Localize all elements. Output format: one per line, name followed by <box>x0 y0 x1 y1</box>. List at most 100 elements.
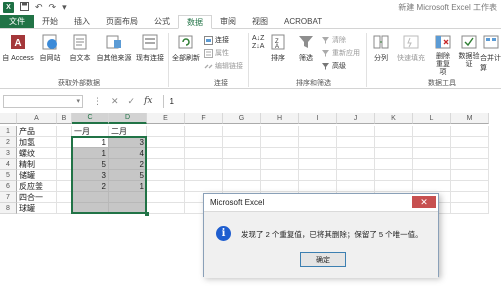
from-web-button[interactable]: 自网站 <box>35 33 65 63</box>
cell-M3[interactable] <box>451 148 489 159</box>
cell-H1[interactable] <box>261 126 299 137</box>
sort-ascending-icon[interactable]: A↓Z <box>252 35 264 42</box>
column-header[interactable]: F <box>185 113 223 124</box>
cell-J4[interactable] <box>337 159 375 170</box>
cell-H6[interactable] <box>261 181 299 192</box>
cell-B7[interactable] <box>57 192 72 203</box>
properties-button[interactable]: 属性 <box>204 48 229 58</box>
tab-data[interactable]: 数据 <box>178 15 212 29</box>
cell-G1[interactable] <box>223 126 261 137</box>
name-box[interactable]: ▾ <box>3 94 83 108</box>
cell-D5[interactable]: 5 <box>109 170 147 181</box>
data-validation-button[interactable]: 数据验证 <box>456 33 482 69</box>
formula-input[interactable]: 1 <box>162 94 501 108</box>
cell-C6[interactable]: 2 <box>72 181 109 192</box>
cell-H3[interactable] <box>261 148 299 159</box>
tab-file[interactable]: 文件 <box>0 15 34 28</box>
cell-F5[interactable] <box>185 170 223 181</box>
cell-K4[interactable] <box>375 159 413 170</box>
cell-M8[interactable] <box>451 203 489 214</box>
formula-options-icon[interactable]: ⋮ <box>93 96 102 107</box>
name-box-dropdown-icon[interactable]: ▾ <box>76 97 80 105</box>
cell-A1[interactable]: 产品 <box>17 126 57 137</box>
fill-handle[interactable] <box>145 212 149 216</box>
cell-F1[interactable] <box>185 126 223 137</box>
cell-G3[interactable] <box>223 148 261 159</box>
cell-I4[interactable] <box>299 159 337 170</box>
cell-B2[interactable] <box>57 137 72 148</box>
cell-M1[interactable] <box>451 126 489 137</box>
column-header[interactable]: E <box>147 113 185 124</box>
column-header[interactable]: L <box>413 113 451 124</box>
cell-E4[interactable] <box>147 159 185 170</box>
edit-links-button[interactable]: 编辑链接 <box>204 61 243 71</box>
insert-function-icon[interactable]: fx <box>144 96 152 107</box>
cell-L5[interactable] <box>413 170 451 181</box>
cell-B5[interactable] <box>57 170 72 181</box>
cell-L2[interactable] <box>413 137 451 148</box>
redo-icon[interactable]: ↷ <box>49 2 57 13</box>
cell-L3[interactable] <box>413 148 451 159</box>
cell-F6[interactable] <box>185 181 223 192</box>
cell-H5[interactable] <box>261 170 299 181</box>
cell-D4[interactable]: 2 <box>109 159 147 170</box>
qat-dropdown-icon[interactable]: ▾ <box>62 2 67 13</box>
cell-D8[interactable] <box>109 203 147 214</box>
cell-A8[interactable]: 球罐 <box>17 203 57 214</box>
column-header[interactable]: H <box>261 113 299 124</box>
cell-D6[interactable]: 1 <box>109 181 147 192</box>
cell-F3[interactable] <box>185 148 223 159</box>
sort-descending-icon[interactable]: Z↓A <box>252 43 264 50</box>
cell-D1[interactable]: 二月 <box>109 126 147 137</box>
cell-C1[interactable]: 一月 <box>72 126 109 137</box>
existing-connections-button[interactable]: 现有连接 <box>134 33 166 63</box>
cell-C2[interactable]: 1 <box>72 137 109 148</box>
cell-M2[interactable] <box>451 137 489 148</box>
row-header[interactable]: 7 <box>0 192 17 203</box>
ok-button[interactable]: 确定 <box>300 252 346 267</box>
cell-F4[interactable] <box>185 159 223 170</box>
tab-page-layout[interactable]: 页面布局 <box>98 15 146 28</box>
row-header[interactable]: 6 <box>0 181 17 192</box>
cell-H4[interactable] <box>261 159 299 170</box>
cell-F2[interactable] <box>185 137 223 148</box>
cell-K2[interactable] <box>375 137 413 148</box>
row-header[interactable]: 2 <box>0 137 17 148</box>
consolidate-button[interactable]: 合并计算 <box>480 33 501 73</box>
column-header[interactable]: I <box>299 113 337 124</box>
cell-I3[interactable] <box>299 148 337 159</box>
select-all-corner[interactable] <box>0 113 17 124</box>
cell-G4[interactable] <box>223 159 261 170</box>
cell-A6[interactable]: 反应釜 <box>17 181 57 192</box>
cell-J6[interactable] <box>337 181 375 192</box>
cell-D3[interactable]: 4 <box>109 148 147 159</box>
column-header[interactable]: M <box>451 113 489 124</box>
flash-fill-button[interactable]: 快速填充 <box>394 33 428 63</box>
row-header[interactable]: 5 <box>0 170 17 181</box>
cell-K1[interactable] <box>375 126 413 137</box>
cell-E7[interactable] <box>147 192 185 203</box>
cell-C5[interactable]: 3 <box>72 170 109 181</box>
row-header[interactable]: 3 <box>0 148 17 159</box>
cell-A4[interactable]: 精制 <box>17 159 57 170</box>
cell-C7[interactable] <box>72 192 109 203</box>
cell-I6[interactable] <box>299 181 337 192</box>
cell-E3[interactable] <box>147 148 185 159</box>
remove-duplicates-button[interactable]: 删除重复项 <box>430 33 456 77</box>
column-header[interactable]: C <box>72 113 109 124</box>
row-header[interactable]: 8 <box>0 203 17 214</box>
cell-J5[interactable] <box>337 170 375 181</box>
tab-acrobat[interactable]: ACROBAT <box>276 15 330 28</box>
cell-B4[interactable] <box>57 159 72 170</box>
cell-G6[interactable] <box>223 181 261 192</box>
cell-A3[interactable]: 螺纹 <box>17 148 57 159</box>
cell-I2[interactable] <box>299 137 337 148</box>
refresh-all-button[interactable]: 全部刷新 <box>170 33 202 63</box>
cell-B1[interactable] <box>57 126 72 137</box>
cell-I1[interactable] <box>299 126 337 137</box>
from-access-button[interactable]: A 自 Access <box>2 33 34 63</box>
column-header[interactable]: B <box>57 113 72 124</box>
cell-L1[interactable] <box>413 126 451 137</box>
cell-C3[interactable]: 1 <box>72 148 109 159</box>
column-header[interactable]: K <box>375 113 413 124</box>
